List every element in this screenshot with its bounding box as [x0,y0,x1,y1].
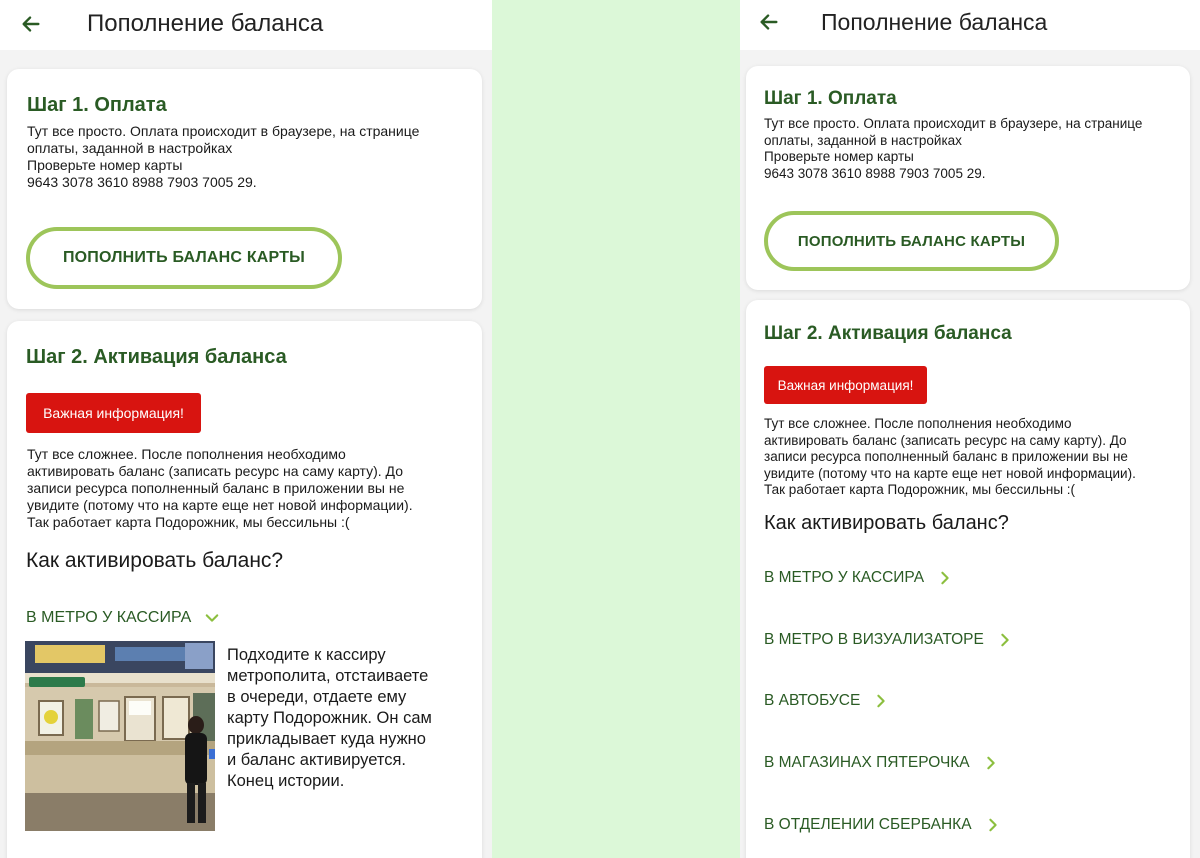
metro-cashier-photo [25,641,215,831]
option-metro-cashier[interactable]: В МЕТРО У КАССИРА [764,569,952,587]
step2-card: Шаг 2. Активация баланса Важная информац… [7,321,482,858]
page-title: Пополнение баланса [87,10,324,37]
step1-text-line: Проверьте номер карты [27,157,183,173]
option-pyaterochka-stores[interactable]: В МАГАЗИНАХ ПЯТЕРОЧКА [764,754,998,772]
option-metro-cashier-expanded[interactable]: В МЕТРО У КАССИРА [26,609,219,627]
step2-text-line: Тут все сложнее. После пополнения необхо… [764,416,1072,431]
chevron-right-icon [941,571,949,585]
step2-text-line: активировать баланс (записать ресурс на … [27,463,403,479]
top-up-card-button[interactable]: ПОПОЛНИТЬ БАЛАНС КАРТЫ [764,211,1059,271]
description-line: в очереди, отдаете ему [227,688,407,706]
step2-text: Тут все сложнее. После пополнения необхо… [764,416,1136,499]
step2-title: Шаг 2. Активация баланса [26,346,287,368]
card-number: 9643 3078 3610 8988 7903 7005 29. [764,165,986,181]
step2-text-line: Так работает карта Подорожник, мы бессил… [27,514,350,530]
option-label: В МЕТРО У КАССИРА [26,609,192,626]
arrow-left-icon[interactable] [758,11,780,33]
step1-title: Шаг 1. Оплата [27,94,167,116]
step1-text-line: Тут все просто. Оплата происходит в брау… [764,116,1143,131]
right-screen: Пополнение баланса Шаг 1. Оплата Тут все… [740,0,1200,858]
chevron-down-icon [205,614,219,622]
card-number: 9643 3078 3610 8988 7903 7005 29. [27,174,257,190]
step2-text: Тут все сложнее. После пополнения необхо… [27,446,413,531]
step1-text-line: Проверьте номер карты [764,149,914,164]
arrow-left-icon[interactable] [20,13,42,35]
step1-text: Тут все просто. Оплата происходит в брау… [764,116,1142,182]
app-header: Пополнение баланса [740,0,1200,50]
important-info-button[interactable]: Важная информация! [26,393,201,433]
top-up-card-button[interactable]: ПОПОЛНИТЬ БАЛАНС КАРТЫ [26,227,342,289]
step1-text-line: Тут все просто. Оплата происходит в брау… [27,123,420,139]
step2-title: Шаг 2. Активация баланса [764,323,1012,344]
step2-text-line: увидите (потому что на карте еще нет нов… [27,497,413,513]
step2-card: Шаг 2. Активация баланса Важная информац… [746,300,1190,858]
background-divider [492,0,740,858]
option-sberbank-branch[interactable]: В ОТДЕЛЕНИИ СБЕРБАНКА [764,816,1000,834]
step1-card: Шаг 1. Оплата Тут все просто. Оплата про… [746,66,1190,290]
chevron-right-icon [986,756,995,770]
option-label: В МЕТРО У КАССИРА [764,569,925,586]
description-line: прикладывает куда нужно [227,730,426,748]
step1-card: Шаг 1. Оплата Тут все просто. Оплата про… [7,69,482,309]
option-label: В МАГАЗИНАХ ПЯТЕРОЧКА [764,754,970,771]
step1-text-line: оплаты, заданной в настройках [764,132,962,148]
step2-text-line: записи ресурса пополненный баланс в прил… [764,449,1128,464]
step2-text-line: записи ресурса пополненный баланс в прил… [27,480,405,496]
chevron-right-icon [988,818,997,832]
option-bus[interactable]: В АВТОБУСЕ [764,692,888,710]
description-line: Конец истории. [227,772,345,790]
step2-text-line: Тут все сложнее. После пополнения необхо… [27,446,346,462]
description-line: метрополита, отстаиваете [227,667,429,685]
description-line: Подходите к кассиру [227,646,386,664]
description-line: карту Подорожник. Он сам [227,709,432,727]
chevron-right-icon [877,694,885,708]
step1-title: Шаг 1. Оплата [764,88,897,109]
option-label: В ОТДЕЛЕНИИ СБЕРБАНКА [764,816,972,833]
app-header: Пополнение баланса [0,0,492,50]
option-metro-visualizer[interactable]: В МЕТРО В ВИЗУАЛИЗАТОРЕ [764,631,1012,649]
how-to-activate-heading: Как активировать баланс? [26,549,284,572]
option-label: В АВТОБУСЕ [764,692,861,709]
important-info-button[interactable]: Важная информация! [764,366,927,404]
page-title: Пополнение баланса [821,9,1048,35]
step2-text-line: Так работает карта Подорожник, мы бессил… [764,482,1076,497]
metro-cashier-description: Подходите к кассиру метрополита, отстаив… [227,645,432,792]
step1-text: Тут все просто. Оплата происходит в брау… [27,123,419,191]
step2-text-line: увидите (потому что на карте еще нет нов… [764,465,1136,481]
option-label: В МЕТРО В ВИЗУАЛИЗАТОРЕ [764,631,984,648]
left-screen: Пополнение баланса Шаг 1. Оплата Тут все… [0,0,492,858]
chevron-right-icon [1001,633,1009,647]
description-line: и баланс активируется. [227,751,406,769]
how-to-activate-heading: Как активировать баланс? [764,512,1009,534]
step2-text-line: активировать баланс (записать ресурс на … [764,432,1127,448]
step1-text-line: оплаты, заданной в настройках [27,140,233,156]
